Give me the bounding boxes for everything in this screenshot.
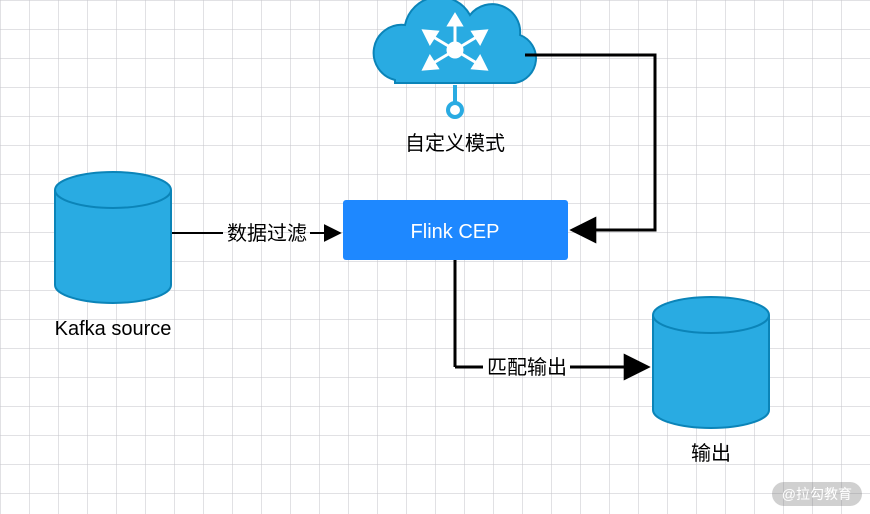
custom-pattern-label: 自定义模式 [405, 132, 505, 155]
flink-cep-node: Flink CEP [343, 200, 568, 260]
kafka-source-node: Kafka source [55, 172, 172, 340]
watermark: @拉勾教育 [772, 482, 862, 506]
output-node: 输出 [653, 297, 769, 465]
edge-filter-label: 数据过滤 [227, 222, 307, 245]
kafka-source-label: Kafka source [55, 318, 172, 340]
output-label: 输出 [691, 442, 731, 465]
diagram-canvas: Kafka source 输出 自定义模式 [0, 0, 870, 514]
flink-cep-label: Flink CEP [411, 221, 500, 243]
edge-match-out: 匹配输出 [455, 260, 648, 379]
custom-pattern-node: 自定义模式 [374, 0, 536, 155]
edge-match-out-label: 匹配输出 [487, 356, 567, 379]
edge-filter: 数据过滤 [172, 222, 340, 245]
